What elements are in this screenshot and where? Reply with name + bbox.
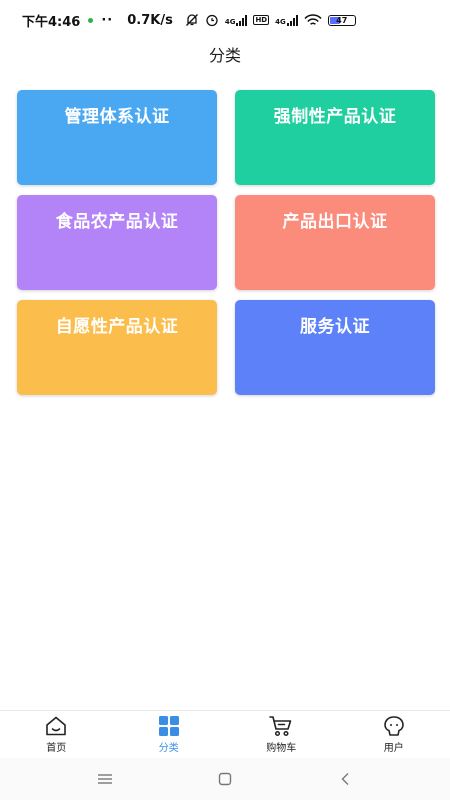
notification-dot-icon: [88, 17, 94, 23]
nav-cart-label: 购物车: [266, 743, 297, 754]
menu-icon: [98, 774, 112, 784]
category-card-compulsory-product[interactable]: 强制性产品认证: [235, 90, 435, 185]
signal-1-icon: 4G: [224, 14, 248, 26]
system-nav: [0, 758, 450, 800]
home-icon: [46, 716, 67, 736]
category-label: 自愿性产品认证: [55, 317, 179, 337]
category-card-management-system[interactable]: 管理体系认证: [17, 90, 217, 185]
more-notifications-icon: ··: [101, 12, 114, 28]
nav-cart[interactable]: 购物车: [225, 711, 338, 758]
category-card-service[interactable]: 服务认证: [235, 300, 435, 395]
category-card-voluntary-product[interactable]: 自愿性产品认证: [17, 300, 217, 395]
signal-1-label: 4G: [224, 17, 236, 26]
user-icon: [383, 716, 404, 736]
battery-level: 47: [336, 15, 348, 25]
category-label: 产品出口认证: [282, 212, 388, 232]
category-card-food-agricultural[interactable]: 食品农产品认证: [17, 195, 217, 290]
category-card-product-export[interactable]: 产品出口认证: [235, 195, 435, 290]
system-back-button[interactable]: [325, 764, 365, 794]
system-menu-button[interactable]: [85, 764, 125, 794]
nav-user[interactable]: 用户: [338, 711, 450, 758]
wifi-icon: [304, 13, 322, 25]
back-icon: [341, 773, 349, 785]
nav-category[interactable]: 分类: [113, 711, 226, 758]
bottom-nav: 首页 分类 购物车 用户: [0, 710, 450, 758]
nav-user-label: 用户: [383, 743, 404, 754]
hd-icon: HD: [253, 15, 270, 25]
nav-category-label: 分类: [158, 743, 179, 754]
nav-home-label: 首页: [46, 743, 67, 754]
system-home-button[interactable]: [205, 764, 245, 794]
signal-2-icon: 4G: [275, 14, 298, 26]
nav-home[interactable]: 首页: [0, 711, 113, 758]
category-label: 管理体系认证: [64, 107, 170, 127]
status-time: 下午4:46: [22, 14, 81, 30]
category-grid: 管理体系认证 强制性产品认证 食品农产品认证 产品出口认证 自愿性产品认证 服务…: [17, 90, 435, 395]
signal-2-label: 4G: [275, 17, 286, 26]
battery-icon: 47: [327, 14, 356, 26]
category-label: 食品农产品认证: [55, 212, 179, 232]
category-label: 服务认证: [300, 317, 370, 337]
category-label: 强制性产品认证: [273, 107, 397, 127]
mute-bell-icon: [185, 14, 198, 26]
grid-icon: [158, 716, 179, 736]
alarm-icon: [206, 14, 218, 27]
status-bar: 下午4:46 ·· 0.7K/s 4G HD 4G 47: [0, 0, 450, 40]
page-title: 分类: [208, 46, 241, 65]
network-speed: 0.7K/s: [127, 12, 173, 28]
home-square-icon: [218, 772, 232, 786]
cart-icon: [269, 716, 292, 737]
